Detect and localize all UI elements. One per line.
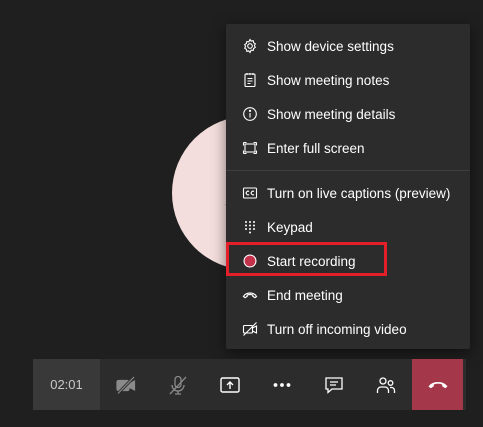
- call-timer: 02:01: [33, 359, 100, 410]
- menu-item-label: Show device settings: [267, 38, 394, 54]
- menu-item-keypad[interactable]: Keypad: [226, 210, 470, 244]
- menu-item-meeting-details[interactable]: Show meeting details: [226, 97, 470, 131]
- video-off-icon: [241, 320, 259, 338]
- share-screen-icon: [220, 376, 240, 393]
- mic-toggle-button[interactable]: [152, 359, 204, 410]
- recording-highlight-box: [226, 242, 387, 276]
- participants-icon: [376, 376, 396, 393]
- hang-up-icon: [428, 381, 447, 388]
- mic-off-icon: [169, 375, 187, 395]
- keypad-icon: [241, 218, 259, 236]
- end-call-icon: [241, 286, 259, 304]
- menu-divider: [226, 170, 470, 171]
- menu-item-meeting-notes[interactable]: Show meeting notes: [226, 63, 470, 97]
- menu-item-label: Keypad: [267, 219, 313, 235]
- menu-item-label: Enter full screen: [267, 140, 365, 156]
- more-actions-menu: Show device settings Show meeting notes …: [226, 24, 470, 349]
- menu-item-live-captions[interactable]: Turn on live captions (preview): [226, 176, 470, 210]
- captions-icon: [241, 184, 259, 202]
- gear-icon: [241, 37, 259, 55]
- menu-item-label: Show meeting notes: [267, 72, 390, 88]
- participants-button[interactable]: [360, 359, 412, 410]
- chat-button[interactable]: [308, 359, 360, 410]
- more-actions-button[interactable]: [256, 359, 308, 410]
- menu-item-incoming-video[interactable]: Turn off incoming video: [226, 312, 470, 346]
- menu-item-label: Turn on live captions (preview): [267, 185, 451, 201]
- menu-item-label: End meeting: [267, 287, 343, 303]
- more-icon: [273, 382, 291, 387]
- camera-toggle-button[interactable]: [100, 359, 152, 410]
- video-off-icon: [116, 375, 136, 395]
- fullscreen-icon: [241, 139, 259, 157]
- notes-icon: [241, 71, 259, 89]
- menu-item-label: Turn off incoming video: [267, 321, 407, 337]
- menu-item-label: Show meeting details: [267, 106, 396, 122]
- share-screen-button[interactable]: [204, 359, 256, 410]
- menu-item-end-meeting[interactable]: End meeting: [226, 278, 470, 312]
- menu-item-full-screen[interactable]: Enter full screen: [226, 131, 470, 165]
- menu-item-device-settings[interactable]: Show device settings: [226, 29, 470, 63]
- hang-up-button[interactable]: [412, 359, 463, 410]
- chat-icon: [325, 376, 343, 394]
- info-icon: [241, 105, 259, 123]
- call-toolbar: 02:01: [33, 359, 466, 410]
